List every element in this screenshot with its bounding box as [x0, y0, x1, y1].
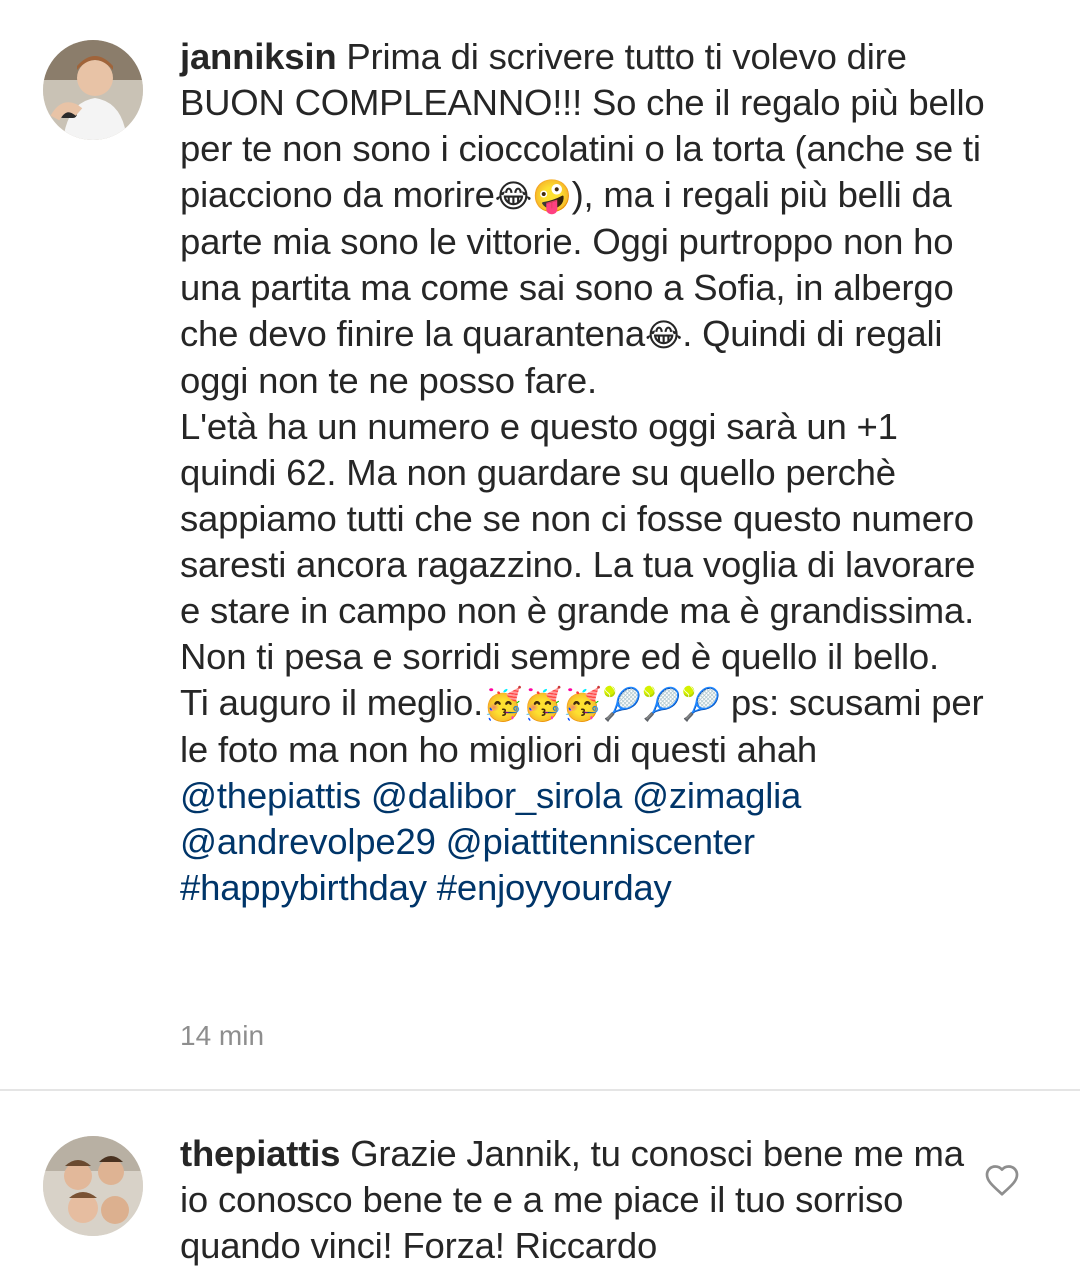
avatar-thepiattis[interactable] [43, 1136, 143, 1236]
comment-text-part: L'età ha un numero e questo oggi sarà un… [180, 406, 976, 677]
zany-face-emoji: 🤪 [531, 177, 572, 215]
comment-body: thepiattis Grazie Jannik, tu conosci ben… [180, 1131, 980, 1269]
laughing-emoji: 😂 [494, 177, 532, 215]
tennis-ball-emoji: 🎾🎾🎾 [601, 685, 721, 723]
hashtag-happybirthday[interactable]: #happybirthday [180, 867, 427, 908]
comment-janniksin: janniksin Prima di scrivere tutto ti vol… [0, 0, 1080, 1090]
mention-zimaglia[interactable]: @zimaglia [632, 775, 801, 816]
comment-thepiattis: thepiattis Grazie Jannik, tu conosci ben… [0, 1090, 1080, 1283]
avatar-image [43, 40, 143, 140]
mention-piattitenniscenter[interactable]: @piattitenniscenter [446, 821, 755, 862]
mention-thepiattis[interactable]: @thepiattis [180, 775, 361, 816]
laughing-emoji: 😂 [644, 316, 683, 354]
mention-andrevolpe29[interactable]: @andrevolpe29 [180, 821, 436, 862]
comment-timestamp: 14 min [180, 1020, 265, 1051]
comment-text-part: Ti auguro il meglio. [180, 682, 484, 723]
comment-body: janniksin Prima di scrivere tutto ti vol… [180, 34, 995, 911]
mention-dalibor-sirola[interactable]: @dalibor_sirola [371, 775, 622, 816]
heart-outline-icon[interactable] [984, 1163, 1020, 1197]
avatar-image [43, 1136, 143, 1236]
party-face-emoji: 🥳🥳🥳 [483, 685, 602, 723]
comment-username[interactable]: janniksin [180, 36, 337, 77]
hashtag-enjoyyourday[interactable]: #enjoyyourday [437, 867, 672, 908]
comment-username[interactable]: thepiattis [180, 1133, 340, 1174]
avatar-janniksin[interactable] [43, 40, 143, 140]
